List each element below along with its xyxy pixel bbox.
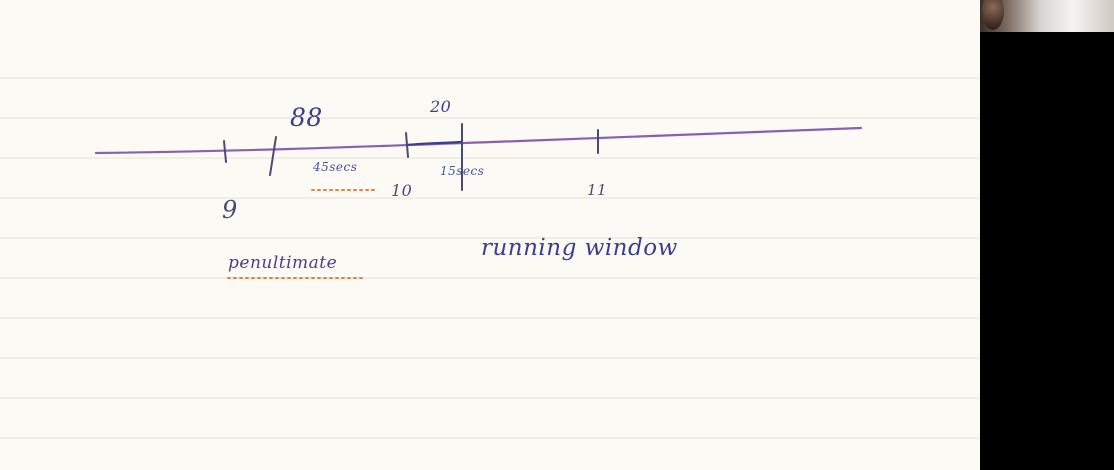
- tick-88-start: [269, 136, 277, 176]
- label-penultimate: penultimate: [228, 253, 337, 273]
- handwritten-ink-layer: 88 20 45secs 15secs 10 11 9 penultimate …: [94, 97, 863, 279]
- tick-9: [223, 140, 227, 163]
- tick-10: [405, 132, 409, 158]
- notebook-page: 88 20 45secs 15secs 10 11 9 penultimate …: [0, 0, 980, 470]
- label-15secs: 15secs: [440, 164, 484, 178]
- label-88: 88: [290, 103, 323, 132]
- side-panel: [980, 0, 1114, 470]
- webcam-person: [982, 0, 1004, 30]
- timeline-line: [94, 126, 863, 155]
- label-10: 10: [391, 181, 412, 200]
- label-running-window: running window: [481, 235, 678, 261]
- label-20: 20: [429, 97, 451, 116]
- annotation-workspace: 88 20 45secs 15secs 10 11 9 penultimate …: [0, 0, 1114, 470]
- label-11: 11: [587, 181, 607, 199]
- label-9: 9: [222, 196, 238, 224]
- webcam-preview: [980, 0, 1114, 32]
- label-45secs: 45secs: [312, 160, 357, 174]
